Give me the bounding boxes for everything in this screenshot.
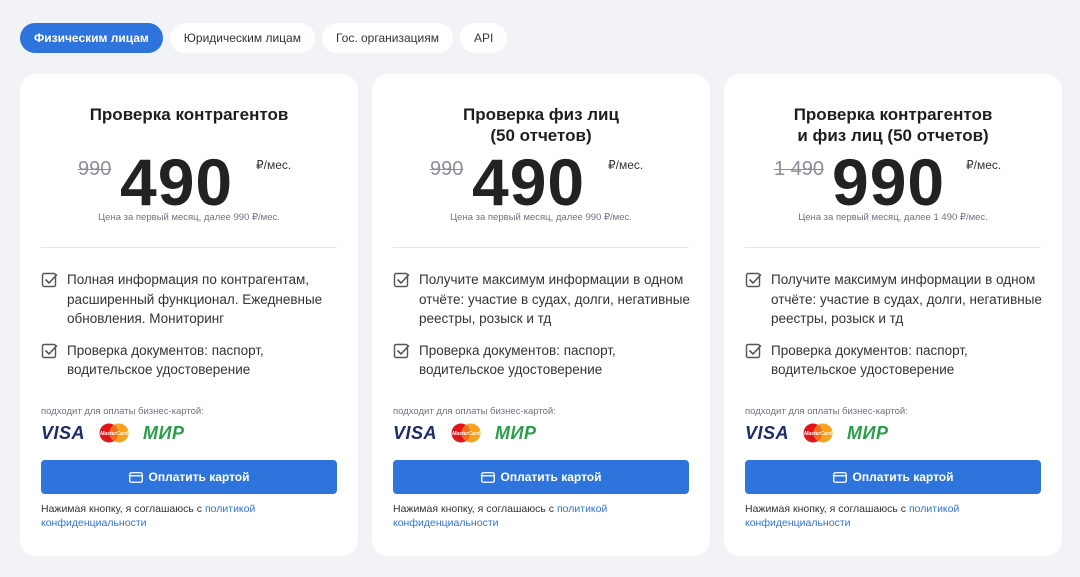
feature-item: Получите максимум информации в одном отч…: [393, 270, 698, 329]
agreement-prefix: Нажимая кнопку, я соглашаюсь с: [745, 503, 909, 515]
feature-list: Получите максимум информации в одном отч…: [393, 270, 698, 392]
feature-text: Проверка документов: паспорт, водительск…: [67, 342, 264, 378]
agreement-prefix: Нажимая кнопку, я соглашаюсь с: [393, 503, 557, 515]
current-price: 990: [832, 145, 946, 219]
tab-api[interactable]: API: [459, 23, 508, 53]
price-unit: ₽/мес.: [608, 158, 644, 172]
agreement-text: Нажимая кнопку, я соглашаюсь с политикой…: [745, 502, 1041, 530]
old-price: 990: [78, 158, 112, 180]
feature-item: Проверка документов: паспорт, водительск…: [745, 341, 1050, 380]
card-title: Проверка физ лиц (50 отчетов): [463, 105, 619, 145]
feature-item: Проверка документов: паспорт, водительск…: [41, 341, 346, 380]
agreement-text: Нажимая кнопку, я соглашаюсь с политикой…: [393, 502, 689, 530]
agreement-prefix: Нажимая кнопку, я соглашаюсь с: [41, 503, 205, 515]
mir-logo: МИР: [847, 422, 889, 443]
price-note: Цена за первый месяц, далее 990 ₽/мес.: [450, 212, 632, 223]
payment-logos: VISA MasterCard МИР: [41, 421, 184, 445]
feature-item: Получите максимум информации в одном отч…: [745, 270, 1050, 329]
visa-logo: VISA: [41, 422, 86, 443]
svg-text:MasterCard: MasterCard: [100, 431, 128, 437]
old-price: 990: [430, 158, 464, 180]
mir-logo: МИР: [143, 422, 185, 443]
pay-by-card-button[interactable]: Оплатить картой: [745, 460, 1041, 494]
feature-text: Проверка документов: паспорт, водительск…: [419, 342, 616, 378]
payment-note: подходит для оплаты бизнес-картой:: [393, 406, 556, 417]
credit-card-icon: [832, 471, 847, 483]
pay-button-label: Оплатить картой: [852, 470, 954, 484]
feature-list: Полная информация по контрагентам, расши…: [41, 270, 346, 392]
price-unit: ₽/мес.: [256, 158, 292, 172]
tab-government[interactable]: Гос. организациям: [321, 23, 453, 53]
mastercard-logo: MasterCard: [451, 423, 481, 443]
price-unit: ₽/мес.: [966, 158, 1002, 172]
checkbox-check-icon: [41, 343, 58, 358]
visa-logo: VISA: [393, 422, 438, 443]
checkbox-check-icon: [745, 272, 762, 288]
feature-text: Получите максимум информации в одном отч…: [419, 272, 690, 326]
pay-button-label: Оплатить картой: [148, 470, 250, 484]
pricing-card: Проверка физ лиц (50 отчетов) 990 490 ₽/…: [372, 74, 710, 556]
svg-text:MasterCard: MasterCard: [804, 431, 832, 437]
current-price: 490: [472, 145, 586, 219]
pricing-cards: Проверка контрагентов 990 490 ₽/мес. Цен…: [20, 74, 1062, 556]
divider: [393, 247, 689, 248]
price-row: 990 490 ₽/мес.: [20, 145, 358, 219]
pricing-card: Проверка контрагентов и физ лиц (50 отче…: [724, 74, 1062, 556]
old-price: 1 490: [774, 158, 825, 180]
pay-by-card-button[interactable]: Оплатить картой: [41, 460, 337, 494]
price-row: 990 490 ₽/мес.: [372, 145, 710, 219]
pay-by-card-button[interactable]: Оплатить картой: [393, 460, 689, 494]
pricing-card: Проверка контрагентов 990 490 ₽/мес. Цен…: [20, 74, 358, 556]
audience-tabs: Физическим лицам Юридическим лицам Гос. …: [20, 23, 508, 53]
svg-text:MasterCard: MasterCard: [452, 431, 480, 437]
payment-note: подходит для оплаты бизнес-картой:: [41, 406, 204, 417]
price-note: Цена за первый месяц, далее 1 490 ₽/мес.: [798, 212, 988, 223]
card-title: Проверка контрагентов: [89, 105, 289, 124]
feature-text: Полная информация по контрагентам, расши…: [67, 272, 323, 326]
tab-legal-entities[interactable]: Юридическим лицам: [169, 23, 315, 53]
checkbox-check-icon: [393, 343, 410, 358]
credit-card-icon: [128, 471, 143, 483]
mastercard-logo: MasterCard: [99, 423, 129, 443]
card-title: Проверка контрагентов и физ лиц (50 отче…: [793, 105, 993, 145]
feature-item: Полная информация по контрагентам, расши…: [41, 270, 346, 329]
payment-logos: VISA MasterCard МИР: [393, 421, 536, 445]
divider: [41, 247, 337, 248]
price-row: 1 490 990 ₽/мес.: [724, 145, 1062, 219]
current-price: 490: [120, 145, 234, 219]
payment-note: подходит для оплаты бизнес-картой:: [745, 406, 908, 417]
credit-card-icon: [480, 471, 495, 483]
feature-text: Получите максимум информации в одном отч…: [771, 272, 1042, 326]
agreement-text: Нажимая кнопку, я соглашаюсь с политикой…: [41, 502, 337, 530]
checkbox-check-icon: [41, 272, 58, 288]
checkbox-check-icon: [745, 343, 762, 358]
tab-individuals[interactable]: Физическим лицам: [20, 23, 163, 53]
visa-logo: VISA: [745, 422, 790, 443]
feature-list: Получите максимум информации в одном отч…: [745, 270, 1050, 392]
payment-logos: VISA MasterCard МИР: [745, 421, 888, 445]
price-note: Цена за первый месяц, далее 990 ₽/мес.: [98, 212, 280, 223]
mastercard-logo: MasterCard: [803, 423, 833, 443]
divider: [745, 247, 1041, 248]
checkbox-check-icon: [393, 272, 410, 288]
feature-item: Проверка документов: паспорт, водительск…: [393, 341, 698, 380]
pay-button-label: Оплатить картой: [500, 470, 602, 484]
mir-logo: МИР: [495, 422, 537, 443]
feature-text: Проверка документов: паспорт, водительск…: [771, 342, 968, 378]
